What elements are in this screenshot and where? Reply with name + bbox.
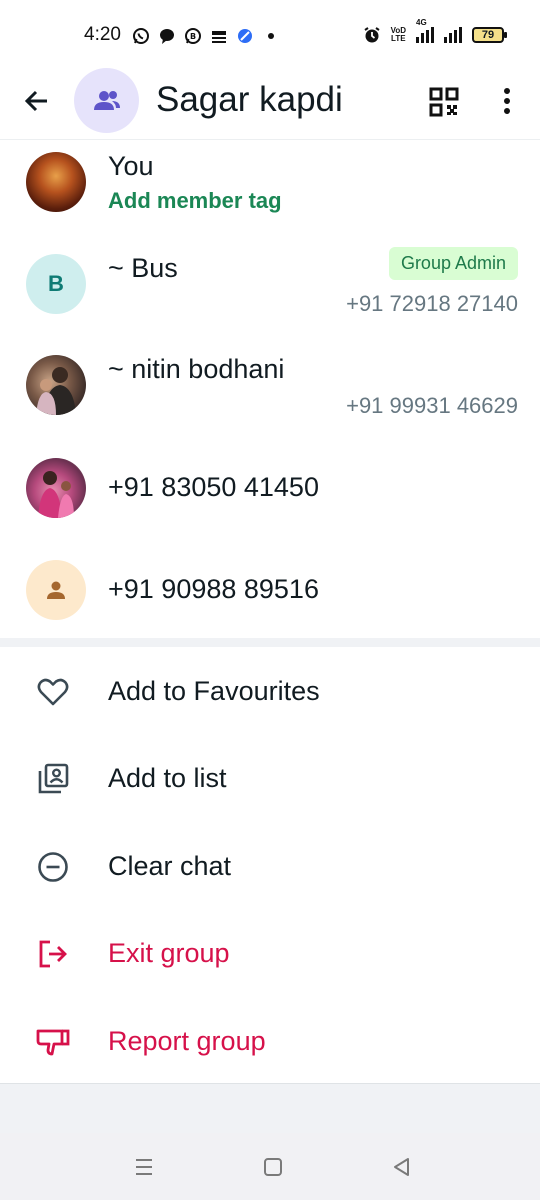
avatar [26,458,86,518]
recent-apps-button[interactable] [132,1155,156,1179]
news-app-icon [210,27,228,45]
home-button[interactable] [261,1155,285,1179]
system-icons: VoD LTE 4G 79 [363,19,507,44]
action-label: Add to Favourites [108,676,320,706]
member-name: +91 90988 89516 [108,574,319,604]
group-avatar[interactable] [74,68,139,133]
avatar [26,560,86,620]
whatsapp-business-icon: B [184,27,202,45]
chat-bubble-icon [158,27,176,45]
group-title: Sagar kapdi [156,80,343,119]
action-label: Add to list [108,763,227,793]
network-label: VoD LTE [390,26,406,43]
member-row-you[interactable]: You Add member tag [0,140,540,235]
member-row[interactable]: +91 83050 41450 [0,448,540,538]
signal-4g-icon: 4G [416,19,434,43]
signal-icon [444,27,462,43]
clear-chat-button[interactable]: Clear chat [0,822,540,910]
back-triangle-icon [394,1158,409,1176]
qr-code-icon [429,87,459,117]
report-group-button[interactable]: Report group [0,997,540,1085]
browser-icon [236,27,254,45]
person-icon [47,581,65,599]
profile-photo [36,367,76,415]
contact-list-icon [36,762,70,796]
more-options-button[interactable] [494,84,520,118]
svg-text:B: B [190,32,196,41]
action-label: Report group [108,1026,266,1056]
app-header: Sagar kapdi [0,68,540,140]
alarm-icon [363,26,381,44]
group-admin-badge: Group Admin [388,247,518,280]
profile-photo [38,471,74,518]
member-row[interactable]: B ~ Bus Group Admin +91 72918 27140 [0,240,540,340]
status-bar: 4:20 B VoD LTE 4G 79 [0,0,540,70]
section-divider [0,638,540,647]
arrow-left-icon [24,90,47,112]
avatar [26,355,86,415]
dot-icon [262,27,280,45]
minus-circle-icon [36,850,70,884]
status-time: 4:20 [84,24,121,45]
heart-icon [36,675,70,709]
avatar [26,152,86,212]
exit-group-button[interactable]: Exit group [0,909,540,997]
more-vertical-icon [504,88,510,114]
home-square-icon [264,1158,282,1176]
exit-icon [36,937,70,971]
system-nav-bar [0,1133,540,1200]
add-to-list-button[interactable]: Add to list [0,734,540,822]
avatar: B [26,254,86,314]
member-name: ~ nitin bodhani [108,354,285,384]
member-name: ~ Bus [108,253,178,283]
group-icon [93,90,120,110]
member-phone: +91 99931 46629 [346,393,518,418]
member-name: You [108,151,154,181]
menu-lines-icon [136,1159,152,1175]
member-row[interactable]: ~ nitin bodhani +91 99931 46629 [0,345,540,445]
battery-icon: 79 [472,27,507,43]
action-label: Exit group [108,938,230,968]
add-to-favourites-button[interactable]: Add to Favourites [0,647,540,735]
member-phone: +91 72918 27140 [346,291,518,316]
thumbs-down-icon [36,1025,70,1059]
add-member-tag-link[interactable]: Add member tag [108,188,282,214]
qr-code-button[interactable] [428,86,460,118]
member-name: +91 83050 41450 [108,472,319,502]
avatar-initial: B [48,271,64,296]
whatsapp-icon [132,27,150,45]
notification-icons: B [132,27,280,45]
back-button[interactable] [20,84,54,118]
back-nav-button[interactable] [390,1155,414,1179]
member-row[interactable]: +91 90988 89516 [0,550,540,635]
action-label: Clear chat [108,851,232,881]
